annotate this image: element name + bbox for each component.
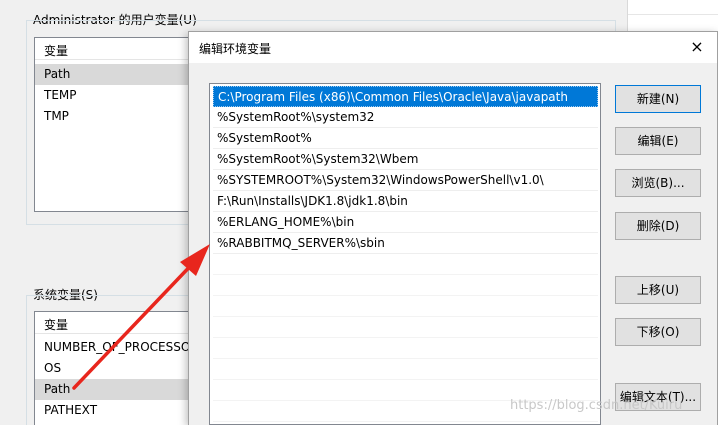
user-variable-row-tmp[interactable]: TMP	[35, 106, 193, 127]
edit-button[interactable]: 编辑(E)	[615, 127, 701, 155]
path-entries-list[interactable]: C:\Program Files (x86)\Common Files\Orac…	[209, 83, 601, 425]
path-entry-1[interactable]: %SystemRoot%\system32	[213, 107, 598, 128]
path-entry-7[interactable]: %RABBITMQ_SERVER%\sbin	[213, 233, 598, 254]
divider	[628, 14, 718, 15]
empty-row	[213, 275, 598, 296]
user-variable-row-temp[interactable]: TEMP	[35, 85, 193, 106]
new-button[interactable]: 新建(N)	[615, 85, 701, 113]
watermark-text: https://blog.csdn.net/Kuiru	[510, 398, 683, 413]
user-variable-row-path[interactable]: Path	[35, 64, 193, 85]
empty-row	[213, 296, 598, 317]
path-entry-3[interactable]: %SystemRoot%\System32\Wbem	[213, 149, 598, 170]
empty-row	[213, 359, 598, 380]
system-variable-row-number-of-processors[interactable]: NUMBER_OF_PROCESSO	[35, 337, 193, 358]
user-variables-header-variable[interactable]: 变量	[35, 38, 193, 60]
system-variable-row-pathext[interactable]: PATHEXT	[35, 400, 193, 421]
empty-row	[213, 317, 598, 338]
empty-row	[213, 338, 598, 359]
dialog-title: 编辑环境变量	[199, 42, 272, 56]
path-entry-6[interactable]: %ERLANG_HOME%\bin	[213, 212, 598, 233]
close-icon[interactable]: ×	[687, 37, 707, 57]
system-variable-row-path[interactable]: Path	[35, 379, 193, 400]
path-entry-4[interactable]: %SYSTEMROOT%\System32\WindowsPowerShell\…	[213, 170, 598, 191]
user-variables-list[interactable]: 变量 Path TEMP TMP	[34, 37, 194, 212]
system-variable-row-os[interactable]: OS	[35, 358, 193, 379]
move-down-button[interactable]: 下移(O)	[615, 318, 701, 346]
path-entry-0[interactable]: C:\Program Files (x86)\Common Files\Orac…	[213, 86, 598, 107]
empty-row	[213, 254, 598, 275]
browse-button[interactable]: 浏览(B)...	[615, 169, 701, 197]
system-variables-list[interactable]: 变量 NUMBER_OF_PROCESSO OS Path PATHEXT	[34, 311, 194, 425]
path-entry-5[interactable]: F:\Run\Installs\JDK1.8\jdk1.8\bin	[213, 191, 598, 212]
dialog-body: C:\Program Files (x86)\Common Files\Orac…	[189, 63, 717, 425]
edit-environment-variable-dialog: 编辑环境变量 × C:\Program Files (x86)\Common F…	[188, 31, 718, 425]
path-entry-2[interactable]: %SystemRoot%	[213, 128, 598, 149]
system-variables-header-variable[interactable]: 变量	[35, 312, 193, 334]
delete-button[interactable]: 删除(D)	[615, 212, 701, 240]
move-up-button[interactable]: 上移(U)	[615, 276, 701, 304]
